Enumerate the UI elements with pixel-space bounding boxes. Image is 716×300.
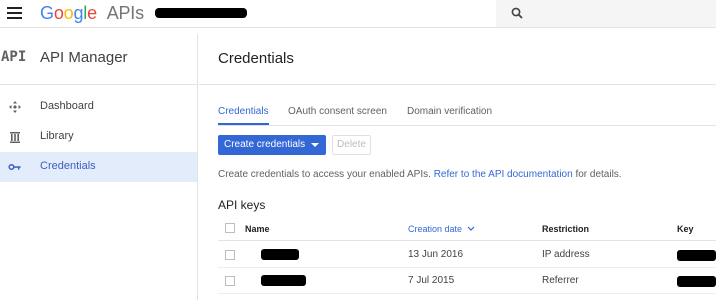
row-checkbox[interactable]: [225, 250, 235, 260]
logo-apis-text: APIs: [106, 3, 144, 23]
sort-down-icon: [467, 226, 474, 231]
row-creation-date: 13 Jun 2016: [408, 249, 464, 260]
menu-icon[interactable]: [7, 7, 22, 20]
create-credentials-button[interactable]: Create credentials: [218, 135, 326, 155]
google-apis-logo[interactable]: Google APIs: [40, 3, 144, 24]
sidebar-item-label: Dashboard: [40, 100, 94, 112]
sidebar-item-label: Credentials: [40, 160, 96, 172]
tabs-divider: [218, 125, 716, 126]
tab-credentials[interactable]: Credentials: [218, 106, 269, 125]
row-restriction: IP address: [542, 249, 590, 260]
row-restriction: Referrer: [542, 275, 579, 286]
description-text: Create credentials to access your enable…: [218, 169, 622, 180]
redacted-key-name: [261, 249, 299, 260]
api-keys-heading: API keys: [218, 198, 266, 212]
redacted-key-name: [261, 275, 306, 286]
description-suffix: for details.: [575, 169, 622, 180]
tab-domain-verification[interactable]: Domain verification: [407, 106, 492, 117]
library-icon: [10, 132, 20, 143]
column-creation-date-label: Creation date: [408, 224, 463, 234]
api-logo-icon: API: [1, 49, 27, 65]
top-bar: Google APIs: [0, 0, 716, 28]
table-row[interactable]: 13 Jun 2016 IP address: [218, 242, 716, 268]
search-icon: [511, 7, 523, 19]
sidebar-header: API API Manager: [0, 42, 198, 74]
column-restriction[interactable]: Restriction: [542, 224, 589, 234]
sidebar: API API Manager Dashboard Library Creden…: [0, 34, 198, 300]
column-name[interactable]: Name: [245, 224, 270, 234]
logo-google-text: Google: [40, 3, 97, 23]
dashboard-icon: [9, 101, 21, 113]
select-all-checkbox[interactable]: [225, 223, 235, 233]
sidebar-item-library[interactable]: Library: [0, 122, 197, 152]
create-credentials-label: Create credentials: [224, 139, 306, 150]
caret-down-icon: [311, 143, 319, 147]
key-icon: [8, 163, 21, 171]
page-title: Credentials: [218, 50, 294, 67]
api-documentation-link[interactable]: Refer to the API documentation: [434, 169, 573, 180]
column-key[interactable]: Key: [677, 224, 694, 234]
row-checkbox[interactable]: [225, 276, 235, 286]
main-content: Credentials Credentials OAuth consent sc…: [199, 34, 716, 300]
redacted-key-value: [677, 250, 716, 261]
redacted-key-value: [677, 276, 716, 287]
column-creation-date[interactable]: Creation date: [408, 224, 475, 234]
tab-oauth-consent-screen[interactable]: OAuth consent screen: [288, 106, 387, 117]
search-input[interactable]: [496, 0, 716, 27]
sidebar-item-credentials[interactable]: Credentials: [0, 152, 197, 182]
divider: [199, 84, 716, 85]
description-prefix: Create credentials to access your enable…: [218, 169, 431, 180]
sidebar-item-dashboard[interactable]: Dashboard: [0, 92, 197, 122]
table-header: Name Creation date Restriction Key: [218, 222, 716, 241]
redacted-project-name: [155, 8, 247, 18]
row-creation-date: 7 Jul 2015: [408, 275, 455, 286]
delete-button[interactable]: Delete: [332, 135, 371, 155]
sidebar-title: API Manager: [40, 49, 128, 66]
divider: [0, 84, 197, 85]
sidebar-item-label: Library: [40, 130, 74, 142]
table-row[interactable]: 7 Jul 2015 Referrer: [218, 268, 716, 294]
